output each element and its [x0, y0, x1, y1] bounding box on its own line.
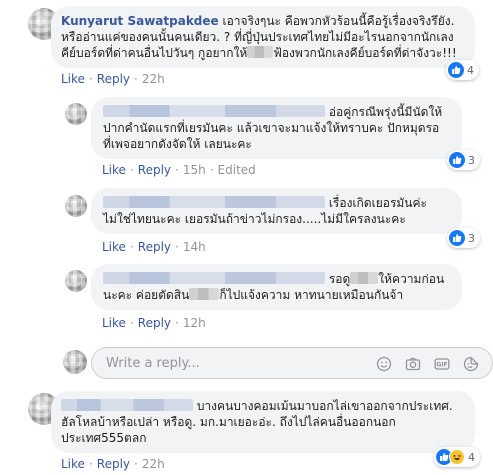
avatar[interactable] [65, 195, 87, 217]
like-button[interactable]: Like [102, 316, 126, 330]
reply-author[interactable] [103, 105, 325, 117]
like-button[interactable]: Like [61, 72, 85, 86]
reply-actions: Like · Reply · 14h [102, 240, 206, 254]
comment-actions: Like · Reply · 22h [61, 457, 165, 471]
comment-author[interactable]: Kunyarut Sawatpakdee [61, 14, 219, 28]
like-button[interactable]: Like [102, 240, 126, 254]
comment-bubble: บางคนบางคอมเม้นมาบอกไล่เขาออกจากประเทศ. … [51, 391, 475, 453]
timestamp[interactable]: 12h [183, 316, 206, 330]
reaction-count: 4 [467, 63, 474, 77]
redacted-text [350, 272, 379, 284]
reply-composer[interactable]: GIF [91, 347, 493, 379]
reaction-count: 3 [468, 231, 475, 245]
reply-button[interactable]: Reply [138, 316, 171, 330]
timestamp[interactable]: 22h [142, 72, 165, 86]
timestamp[interactable]: 22h [142, 457, 165, 471]
haha-icon [449, 449, 465, 465]
reply-actions: Like · Reply · 12h [102, 316, 206, 330]
like-icon [449, 230, 465, 246]
comment-actions: Like · Reply · 22h [61, 72, 165, 86]
reply-author[interactable] [103, 196, 325, 208]
reply-actions: Like · Reply · 15h · Edited [102, 163, 256, 177]
reply-button[interactable]: Reply [138, 240, 171, 254]
reaction-count: 4 [468, 450, 475, 464]
timestamp[interactable]: 14h [183, 240, 206, 254]
sticker-icon[interactable] [463, 356, 479, 372]
reply-button[interactable]: Reply [97, 72, 130, 86]
comment-bubble: Kunyarut Sawatpakdee เอาจริงๆนะ คือพวกหั… [51, 6, 475, 68]
reply-bubble: เรื่องเกิดเยอรมันค่ะ ไม่ใช่ไทยนะคะ เยอรม… [91, 188, 462, 234]
reply-button[interactable]: Reply [97, 457, 130, 471]
reaction-summary[interactable]: 3 [447, 228, 480, 248]
like-icon [449, 152, 465, 168]
reaction-summary[interactable]: 4 [446, 60, 479, 80]
smiley-icon[interactable] [376, 356, 392, 372]
reply-text: รอดู [328, 272, 351, 286]
redacted-text [189, 288, 220, 300]
like-icon [448, 62, 464, 78]
camera-icon[interactable] [405, 356, 421, 372]
edited-label[interactable]: Edited [218, 163, 256, 177]
avatar[interactable] [65, 103, 87, 125]
avatar [63, 350, 87, 374]
gif-icon[interactable]: GIF [434, 356, 450, 372]
reply-bubble: รอดู ให้ความก่อนนะคะ ค่อยตัดสิน ก็ไปแจ้งคว… [91, 264, 462, 310]
reply-text: ก็ไปแจ้งความ หาทนายเหมือนกันจ้า [219, 288, 404, 302]
reaction-summary[interactable]: 4 [434, 447, 480, 467]
reply-button[interactable]: Reply [138, 163, 171, 177]
timestamp[interactable]: 15h [183, 163, 206, 177]
comment-author[interactable] [61, 399, 193, 411]
like-button[interactable]: Like [102, 163, 126, 177]
comment-text: ฟ้องพวกนักเลงคีย์บอร์ดที่ด่าจังวะ!!! [273, 46, 457, 60]
like-button[interactable]: Like [61, 457, 85, 471]
reaction-summary[interactable]: 3 [447, 150, 480, 170]
reaction-count: 3 [468, 153, 475, 167]
avatar[interactable] [65, 270, 87, 292]
svg-text:GIF: GIF [436, 362, 447, 369]
reply-author[interactable] [103, 272, 325, 284]
reply-input[interactable] [104, 355, 334, 372]
redacted-text [247, 46, 274, 58]
reply-bubble: อ่อคู่กรณีพรุ่งนี้มีนัดให้ปากคำนัดแรกที่… [91, 97, 462, 159]
